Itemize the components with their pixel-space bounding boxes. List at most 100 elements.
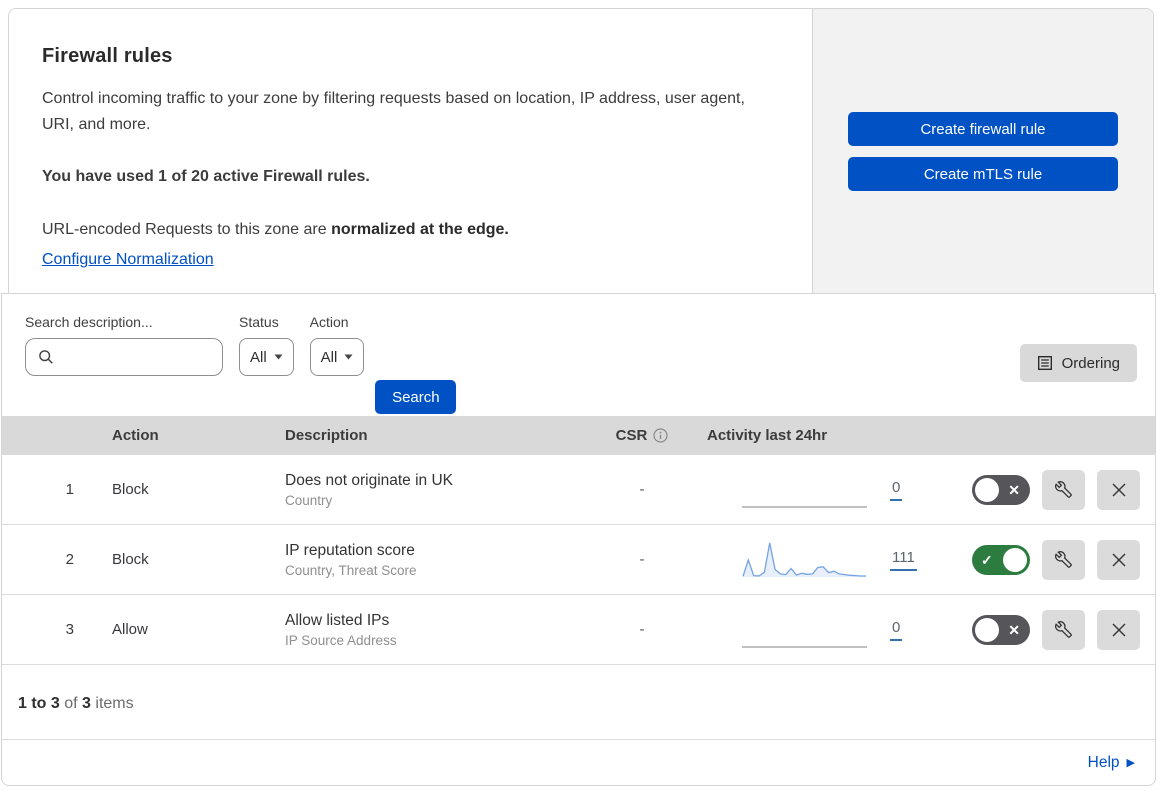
rule-description-cell: IP reputation score Country, Threat Scor… (285, 542, 592, 578)
search-input[interactable] (62, 342, 222, 372)
help-link-label: Help (1087, 753, 1120, 771)
description-column-header: Description (285, 427, 368, 444)
activity-count-link[interactable]: 0 (890, 619, 903, 641)
rule-priority: 3 (65, 621, 74, 638)
delete-rule-button[interactable] (1097, 609, 1140, 650)
action-label: Action (309, 314, 349, 330)
toggle-knob (975, 617, 999, 642)
summary-of: of (59, 695, 83, 712)
wrench-icon (1055, 621, 1072, 638)
rule-enabled-toggle[interactable]: ✕ ✓ (972, 544, 1030, 575)
rules-usage-text: You have used 1 of 20 active Firewall ru… (42, 168, 370, 186)
summary-items: items (90, 695, 134, 712)
ordering-list-icon (1037, 356, 1052, 371)
rule-priority: 2 (65, 551, 74, 568)
toggle-off-x-icon: ✕ (1008, 481, 1020, 498)
status-label: Status (239, 314, 279, 330)
activity-column-header: Activity last 24hr (707, 427, 828, 444)
search-box[interactable] (25, 338, 223, 376)
action-dropdown[interactable]: All (309, 338, 365, 376)
delete-rule-button[interactable] (1097, 469, 1140, 510)
rule-fields: Country (285, 492, 333, 508)
toggle-off-x-icon: ✕ (1008, 621, 1020, 638)
status-dropdown-value: All (250, 348, 267, 366)
rule-description-cell: Does not originate in UK Country (285, 472, 592, 508)
filter-bar: Search description... Status All Action (2, 294, 1155, 416)
csr-column-header: CSR (592, 427, 692, 444)
rule-priority: 1 (65, 481, 74, 498)
close-icon (1111, 622, 1126, 637)
actions-panel: Create firewall rule Create mTLS rule (813, 9, 1153, 293)
help-row: Help ▶ (2, 739, 1155, 785)
ordering-button[interactable]: Ordering (1019, 344, 1137, 382)
table-header: Action Description CSR Activity last 24h… (2, 416, 1155, 455)
page-description: Control incoming traffic to your zone by… (42, 90, 745, 133)
close-icon (1111, 552, 1126, 567)
rule-enabled-toggle[interactable]: ✕ ✓ (972, 614, 1030, 645)
rule-action: Block (112, 481, 149, 498)
help-link[interactable]: Help ▶ (1088, 754, 1135, 772)
table-row: 3 Allow Allow listed IPs IP Source Addre… (2, 595, 1155, 665)
rule-controls: ✕ ✓ (937, 469, 1155, 510)
rule-controls: ✕ ✓ (937, 539, 1155, 580)
table-row: 1 Block Does not originate in UK Country… (2, 455, 1155, 525)
chevron-down-icon (274, 354, 283, 360)
normalization-prefix: URL-encoded Requests to this zone are (42, 220, 332, 238)
configure-normalization-link[interactable]: Configure Normalization (42, 251, 214, 269)
rule-description[interactable]: Allow listed IPs (285, 612, 592, 630)
activity-count-link[interactable]: 0 (890, 479, 903, 501)
wrench-icon (1055, 551, 1072, 568)
search-button[interactable]: Search (375, 380, 457, 414)
rule-csr-value: - (639, 621, 645, 638)
summary-range: 1 to 3 (18, 695, 60, 712)
rule-action: Block (112, 551, 149, 568)
rule-description[interactable]: Does not originate in UK (285, 472, 592, 490)
activity-sparkline (742, 606, 867, 654)
rule-fields: IP Source Address (285, 632, 397, 648)
status-dropdown[interactable]: All (239, 338, 294, 376)
create-mtls-rule-button[interactable]: Create mTLS rule (848, 157, 1118, 191)
rule-csr-value: - (639, 481, 645, 498)
rule-activity-cell: 111 (692, 536, 937, 584)
wrench-icon (1055, 481, 1072, 498)
rule-description[interactable]: IP reputation score (285, 542, 592, 560)
rule-csr-value: - (639, 551, 645, 568)
normalization-bold: normalized at the edge. (331, 220, 509, 238)
search-icon (39, 350, 53, 364)
pagination-summary: 1 to 3 of 3 items (2, 665, 1155, 739)
summary-total: 3 (82, 695, 91, 712)
search-label: Search description... (25, 314, 153, 330)
rule-activity-cell: 0 (692, 466, 937, 514)
arrow-right-icon: ▶ (1126, 757, 1135, 769)
csr-column-label: CSR (615, 427, 648, 444)
toggle-on-check-icon: ✓ (981, 551, 993, 568)
activity-count-link[interactable]: 111 (890, 549, 917, 571)
edit-rule-button[interactable] (1042, 469, 1085, 510)
page-title: Firewall rules (42, 45, 173, 67)
normalization-text: URL-encoded Requests to this zone are no… (42, 217, 772, 243)
toggle-knob (975, 477, 999, 502)
edit-rule-button[interactable] (1042, 609, 1085, 650)
rule-controls: ✕ ✓ (937, 609, 1155, 650)
edit-rule-button[interactable] (1042, 539, 1085, 580)
rule-fields: Country, Threat Score (285, 562, 417, 578)
create-firewall-rule-button[interactable]: Create firewall rule (848, 112, 1118, 146)
close-icon (1111, 482, 1126, 497)
table-row: 2 Block IP reputation score Country, Thr… (2, 525, 1155, 595)
rule-description-cell: Allow listed IPs IP Source Address (285, 612, 592, 648)
firewall-rules-table-widget: Search description... Status All Action (1, 293, 1156, 786)
info-icon[interactable] (653, 428, 668, 443)
firewall-rules-header-widget: Firewall rules Control incoming traffic … (8, 8, 1154, 293)
chevron-down-icon (344, 354, 353, 360)
rule-enabled-toggle[interactable]: ✕ ✓ (972, 474, 1030, 505)
activity-sparkline (742, 466, 867, 514)
rule-activity-cell: 0 (692, 606, 937, 654)
action-column-header: Action (112, 427, 159, 444)
header-card: Firewall rules Control incoming traffic … (9, 9, 813, 293)
toggle-knob (1003, 547, 1027, 572)
rule-action: Allow (112, 621, 148, 638)
action-dropdown-value: All (320, 348, 338, 366)
delete-rule-button[interactable] (1097, 539, 1140, 580)
ordering-button-label: Ordering (1061, 354, 1120, 372)
activity-sparkline (742, 536, 867, 584)
